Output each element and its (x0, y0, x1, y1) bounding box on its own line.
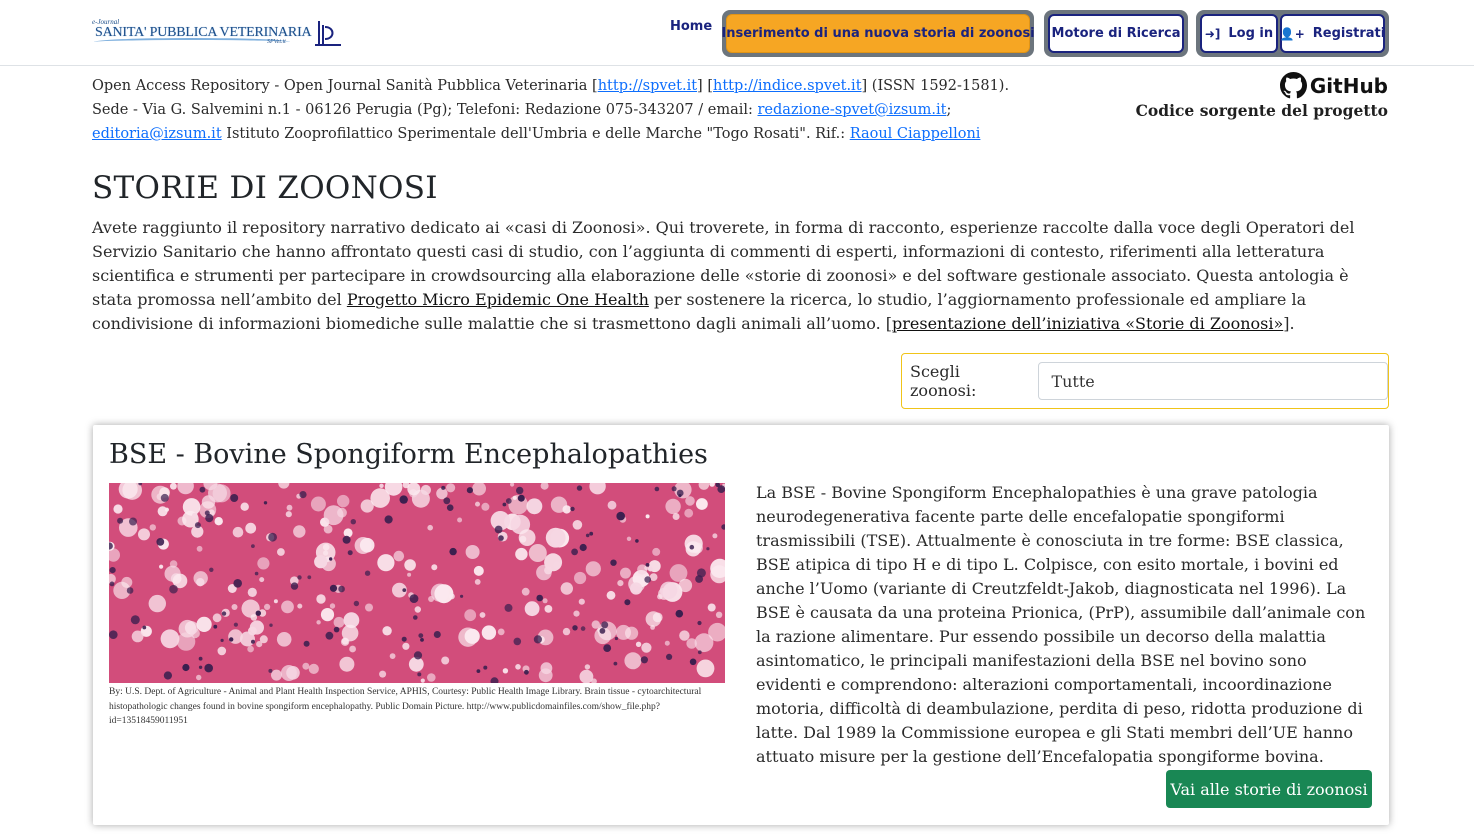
nav-home-link[interactable]: Home (670, 19, 712, 34)
info-text: ; (946, 102, 952, 118)
new-story-button[interactable]: Inserimento di una nuova storia di zoono… (721, 14, 1035, 53)
histology-micrograph-svg (109, 483, 725, 683)
page-title: STORIE DI ZOONOSI (92, 170, 438, 206)
github-subtitle: Codice sorgente del progetto (1135, 101, 1388, 120)
github-icon (1279, 72, 1307, 99)
new-story-group: Inserimento di una nuova storia di zoono… (721, 10, 1035, 57)
spvet-link[interactable]: http://spvet.it (598, 78, 697, 94)
github-logo: GitHub (1136, 72, 1388, 99)
izs-emblem-icon[interactable] (311, 17, 343, 49)
search-engine-group: Motore di Ricerca (1044, 10, 1188, 57)
zoonosis-card: BSE - Bovine Spongiform Encephalopathies… (93, 425, 1389, 825)
presentation-link[interactable]: presentazione dell’iniziativa «Storie di… (892, 314, 1283, 333)
histology-micrograph-image (109, 483, 725, 683)
info-text: Open Access Repository - Open Journal Sa… (92, 78, 598, 94)
info-text: Istituto Zooprofilattico Sperimentale de… (221, 126, 850, 142)
intro-text: ]. (1283, 314, 1295, 333)
email-redazione-link[interactable]: redazione-spvet@izsum.it (758, 102, 947, 118)
github-wordmark: GitHub (1309, 73, 1388, 98)
card-description: La BSE - Bovine Spongiform Encephalopath… (756, 483, 1366, 766)
zoonosis-select[interactable]: Tutte (1038, 362, 1388, 400)
reference-link[interactable]: Raoul Ciappelloni (850, 126, 981, 142)
search-engine-button[interactable]: Motore di Ricerca (1048, 14, 1184, 53)
indice-spvet-link[interactable]: http://indice.spvet.it (713, 78, 862, 94)
repository-info: Open Access Repository - Open Journal Sa… (92, 74, 1042, 146)
spvet-logo[interactable]: e-Journal SANITA' PUBBLICA VETERINARIA S… (92, 18, 312, 48)
register-label: Registrati (1312, 26, 1386, 41)
user-plus-icon: 👤+ (1279, 26, 1305, 41)
login-label: Log in (1228, 26, 1274, 41)
filter-label: Scegli zoonosi: (910, 362, 977, 400)
card-title: BSE - Bovine Spongiform Encephalopathies (109, 439, 708, 470)
zoonosis-filter: Scegli zoonosi: Tutte (901, 353, 1389, 409)
intro-paragraph: Avete raggiunto il repository narrativo … (92, 216, 1390, 336)
email-editoria-link[interactable]: editoria@izsum.it (92, 126, 222, 142)
top-navbar: e-Journal SANITA' PUBBLICA VETERINARIA S… (0, 0, 1474, 66)
info-text: ] [ (697, 78, 713, 94)
login-button[interactable]: ➜] Log in (1200, 14, 1278, 53)
logo-site: SPVet.it (267, 39, 286, 45)
sign-in-icon: ➜] (1204, 26, 1221, 41)
logo-swoosh (94, 38, 290, 46)
image-caption: By: U.S. Dept. of Agriculture - Animal a… (109, 687, 702, 726)
register-button[interactable]: 👤+ Registrati (1280, 14, 1385, 53)
auth-group: ➜] Log in 👤+ Registrati (1196, 10, 1389, 57)
github-link[interactable]: GitHub Codice sorgente del progetto (1136, 72, 1388, 120)
project-link[interactable]: Progetto Micro Epidemic One Health (347, 290, 649, 309)
go-to-stories-button[interactable]: Vai alle storie di zoonosi (1166, 770, 1372, 808)
